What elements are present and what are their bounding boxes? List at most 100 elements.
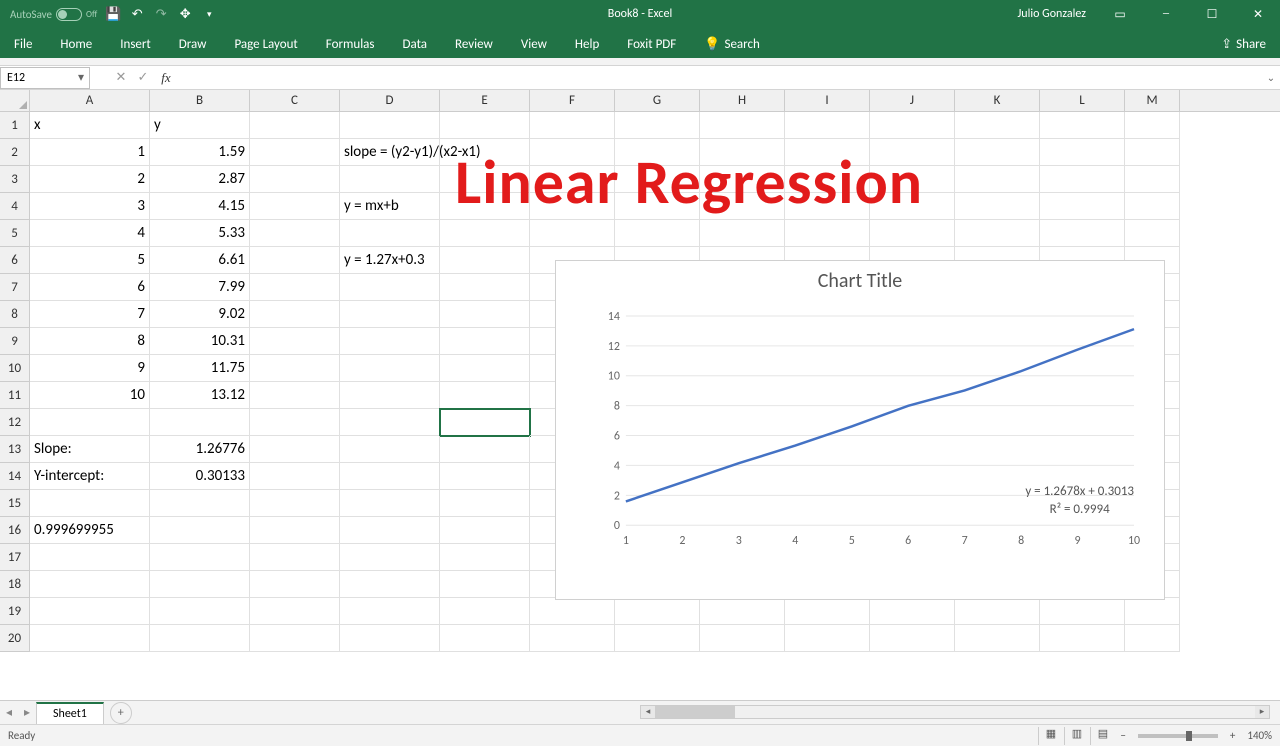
- cell-G3[interactable]: [615, 166, 700, 193]
- row-header[interactable]: 2: [0, 139, 30, 166]
- cell-C9[interactable]: [250, 328, 340, 355]
- cell-D4[interactable]: y = mx+b: [340, 193, 440, 220]
- cell-B5[interactable]: 5.33: [150, 220, 250, 247]
- row-header[interactable]: 6: [0, 247, 30, 274]
- row-header[interactable]: 10: [0, 355, 30, 382]
- cell-A13[interactable]: Slope:: [30, 436, 150, 463]
- zoom-out-icon[interactable]: −: [1116, 729, 1129, 742]
- cell-F20[interactable]: [530, 625, 615, 652]
- cell-L19[interactable]: [1040, 598, 1125, 625]
- cell-D10[interactable]: [340, 355, 440, 382]
- cell-A1[interactable]: x: [30, 112, 150, 139]
- cell-A6[interactable]: 5: [30, 247, 150, 274]
- cell-B9[interactable]: 10.31: [150, 328, 250, 355]
- cell-B14[interactable]: 0.30133: [150, 463, 250, 490]
- save-icon[interactable]: 💾: [105, 6, 121, 22]
- row-header[interactable]: 16: [0, 517, 30, 544]
- cell-B19[interactable]: [150, 598, 250, 625]
- user-name[interactable]: Julio Gonzalez: [1007, 7, 1096, 21]
- cell-B16[interactable]: [150, 517, 250, 544]
- cell-A16[interactable]: 0.999699955: [30, 517, 150, 544]
- cell-K1[interactable]: [955, 112, 1040, 139]
- cell-K19[interactable]: [955, 598, 1040, 625]
- accept-formula-icon[interactable]: ✓: [132, 70, 154, 85]
- cell-A8[interactable]: 7: [30, 301, 150, 328]
- cell-I1[interactable]: [785, 112, 870, 139]
- cell-J2[interactable]: [870, 139, 955, 166]
- cell-E1[interactable]: [440, 112, 530, 139]
- cell-I5[interactable]: [785, 220, 870, 247]
- col-header[interactable]: I: [785, 90, 870, 111]
- cell-A9[interactable]: 8: [30, 328, 150, 355]
- cell-B15[interactable]: [150, 490, 250, 517]
- tab-draw[interactable]: Draw: [165, 31, 221, 58]
- cell-C17[interactable]: [250, 544, 340, 571]
- cell-L4[interactable]: [1040, 193, 1125, 220]
- cell-C12[interactable]: [250, 409, 340, 436]
- row-header[interactable]: 9: [0, 328, 30, 355]
- cell-C10[interactable]: [250, 355, 340, 382]
- row-header[interactable]: 14: [0, 463, 30, 490]
- cell-E11[interactable]: [440, 382, 530, 409]
- expand-formula-bar-icon[interactable]: ⌄: [1262, 71, 1280, 84]
- cell-A17[interactable]: [30, 544, 150, 571]
- cell-D13[interactable]: [340, 436, 440, 463]
- cell-E7[interactable]: [440, 274, 530, 301]
- cell-C7[interactable]: [250, 274, 340, 301]
- autosave-toggle[interactable]: AutoSave Off: [10, 8, 97, 21]
- cell-D2[interactable]: slope = (y2-y1)/(x2-x1): [340, 139, 440, 166]
- cell-B12[interactable]: [150, 409, 250, 436]
- tab-view[interactable]: View: [507, 31, 561, 58]
- cell-H19[interactable]: [700, 598, 785, 625]
- view-page-break-icon[interactable]: ▤: [1090, 727, 1114, 745]
- cell-A3[interactable]: 2: [30, 166, 150, 193]
- zoom-in-icon[interactable]: +: [1226, 729, 1239, 742]
- redo-icon[interactable]: ↷: [153, 6, 169, 22]
- scroll-thumb[interactable]: [655, 706, 735, 718]
- cell-A4[interactable]: 3: [30, 193, 150, 220]
- cell-E20[interactable]: [440, 625, 530, 652]
- cell-D14[interactable]: [340, 463, 440, 490]
- cell-I4[interactable]: [785, 193, 870, 220]
- cell-D19[interactable]: [340, 598, 440, 625]
- cell-D9[interactable]: [340, 328, 440, 355]
- cell-G4[interactable]: [615, 193, 700, 220]
- cell-A12[interactable]: [30, 409, 150, 436]
- cell-C19[interactable]: [250, 598, 340, 625]
- cell-K20[interactable]: [955, 625, 1040, 652]
- qat-customize-icon[interactable]: ▾: [201, 6, 217, 22]
- cell-E10[interactable]: [440, 355, 530, 382]
- cell-D16[interactable]: [340, 517, 440, 544]
- cell-J20[interactable]: [870, 625, 955, 652]
- cell-K4[interactable]: [955, 193, 1040, 220]
- col-header[interactable]: G: [615, 90, 700, 111]
- cell-D8[interactable]: [340, 301, 440, 328]
- tab-review[interactable]: Review: [441, 31, 507, 58]
- cell-J19[interactable]: [870, 598, 955, 625]
- cell-C18[interactable]: [250, 571, 340, 598]
- cell-D15[interactable]: [340, 490, 440, 517]
- cell-E19[interactable]: [440, 598, 530, 625]
- cell-G5[interactable]: [615, 220, 700, 247]
- tab-formulas[interactable]: Formulas: [312, 31, 389, 58]
- cell-L3[interactable]: [1040, 166, 1125, 193]
- cell-M5[interactable]: [1125, 220, 1180, 247]
- cell-A19[interactable]: [30, 598, 150, 625]
- cell-L1[interactable]: [1040, 112, 1125, 139]
- cell-F19[interactable]: [530, 598, 615, 625]
- maximize-icon[interactable]: ☐: [1190, 0, 1234, 28]
- cell-H1[interactable]: [700, 112, 785, 139]
- touch-mode-icon[interactable]: ✥: [177, 6, 193, 22]
- minimize-icon[interactable]: ─: [1144, 0, 1188, 28]
- zoom-slider[interactable]: [1138, 734, 1218, 738]
- cell-B11[interactable]: 13.12: [150, 382, 250, 409]
- cell-C5[interactable]: [250, 220, 340, 247]
- cell-D17[interactable]: [340, 544, 440, 571]
- row-header[interactable]: 13: [0, 436, 30, 463]
- view-page-layout-icon[interactable]: ▥: [1064, 727, 1088, 745]
- col-header[interactable]: K: [955, 90, 1040, 111]
- horizontal-scrollbar[interactable]: ◂ ▸: [640, 705, 1270, 719]
- cell-G20[interactable]: [615, 625, 700, 652]
- cell-A2[interactable]: 1: [30, 139, 150, 166]
- cell-G1[interactable]: [615, 112, 700, 139]
